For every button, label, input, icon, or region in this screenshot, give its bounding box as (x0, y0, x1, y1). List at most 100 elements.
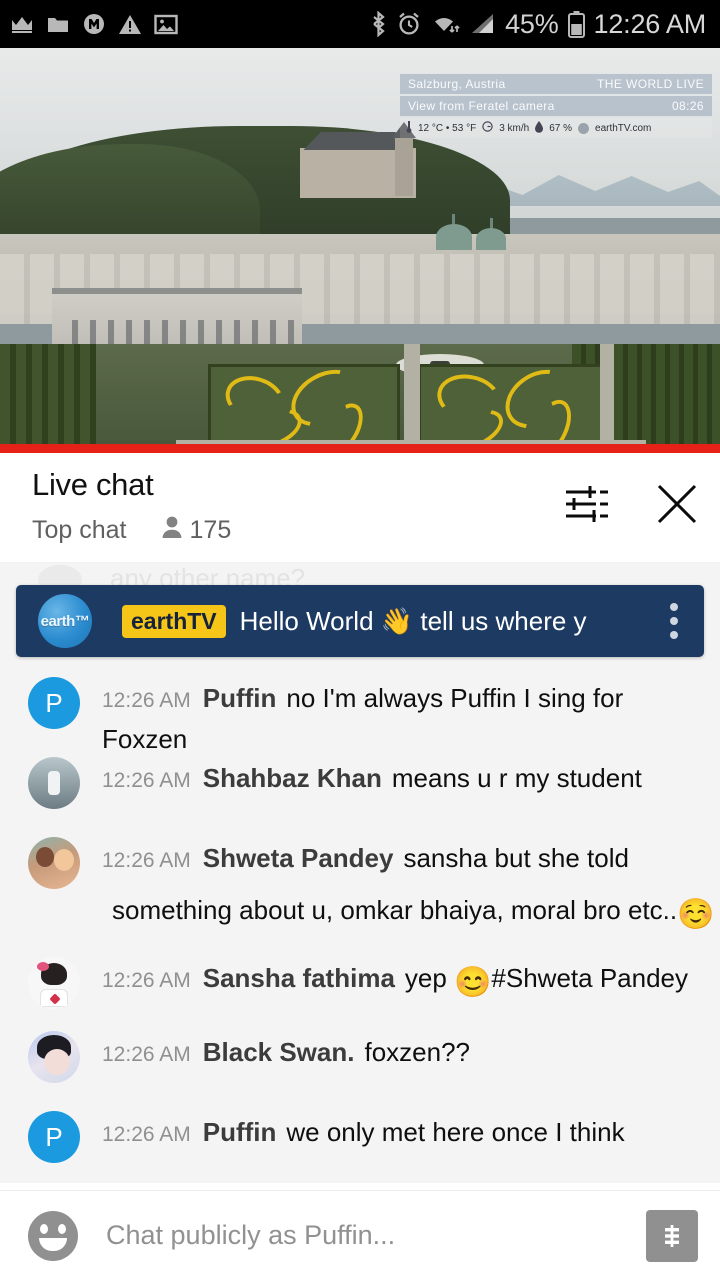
message-timestamp: 12:26 AM (102, 849, 191, 872)
battery-icon (567, 10, 585, 38)
alarm-icon (396, 11, 422, 37)
tune-icon[interactable] (564, 483, 610, 530)
message-text: sansha but she told (403, 843, 629, 873)
warning-triangle-icon (118, 14, 142, 35)
message-text: yep (404, 963, 447, 993)
avatar[interactable] (28, 837, 80, 889)
status-bar: 45% 12:26 AM (0, 0, 720, 48)
chat-message-body: 12:26 AM Shweta Pandey sansha but she told (102, 835, 702, 880)
status-bar-right-icons: 45% 12:26 AM (361, 9, 706, 40)
avatar[interactable]: P (28, 1111, 80, 1163)
avatar-initial: P (45, 687, 63, 718)
status-bar-clock: 12:26 AM (593, 8, 707, 39)
author-badge: earthTV (122, 604, 226, 638)
video-camera-line: View from Feratel camera (408, 99, 555, 113)
pinned-message-text: Hello World 👋 tell us where y (239, 605, 587, 636)
live-video-player[interactable]: Salzburg, Austria THE WORLD LIVE View fr… (0, 48, 720, 453)
message-timestamp: 12:26 AM (102, 769, 191, 792)
chat-message-row[interactable]: 12:26 AM Black Swan. foxzen?? (0, 1029, 486, 1083)
video-path-vertical-2 (600, 344, 614, 453)
video-lawn-right (418, 357, 610, 453)
video-dome-left (436, 214, 472, 250)
chat-input-bar (0, 1190, 720, 1280)
page-title: Live chat (32, 467, 154, 502)
message-author[interactable]: Shahbaz Khan (203, 763, 382, 793)
message-emoji: 😊 (454, 966, 492, 999)
message-emoji: ☺️ (677, 898, 715, 931)
message-timestamp: 12:26 AM (102, 1043, 191, 1066)
overflow-menu-icon[interactable] (658, 603, 690, 639)
video-overlay: Salzburg, Austria THE WORLD LIVE View fr… (400, 74, 712, 138)
chat-input[interactable] (106, 1220, 646, 1251)
video-overlay-camera-row: View from Feratel camera 08:26 (400, 96, 712, 116)
folder-icon (46, 14, 70, 34)
video-progress-bar[interactable] (0, 444, 720, 453)
chat-header-titles: Live chat Top chat 175 (32, 467, 231, 546)
phone-screen: 45% 12:26 AM Salzburg, Austria THE WORLD… (0, 0, 720, 1280)
super-chat-icon[interactable] (646, 1209, 698, 1262)
crown-icon (10, 14, 34, 34)
message-author[interactable]: Sansha fathima (203, 963, 395, 993)
avatar[interactable]: P (28, 677, 80, 729)
earthtv-avatar-label: earth™ (40, 612, 90, 630)
video-temperature: 12 °C • 53 °F (418, 122, 477, 134)
chat-message-text-continuation: something about u, omkar bhaiya, moral b… (112, 891, 714, 934)
close-icon[interactable] (654, 481, 700, 532)
message-author[interactable]: Shweta Pandey (203, 843, 394, 873)
live-chat-header: Live chat Top chat 175 (0, 453, 720, 563)
avatar[interactable] (28, 1031, 80, 1083)
message-author[interactable]: Black Swan. (203, 1037, 355, 1067)
message-timestamp: 12:26 AM (102, 969, 191, 992)
chat-header-actions (520, 481, 700, 532)
message-text: we only met here once I think (286, 1117, 625, 1147)
chat-message-body: 12:26 AM Sansha fathima yep 😊#Shweta Pande… (102, 955, 688, 1002)
image-icon (154, 14, 178, 35)
video-brand-line: THE WORLD LIVE (597, 77, 704, 91)
video-site: earthTV.com (595, 122, 652, 134)
avatar: earth™ (38, 594, 92, 648)
m-circle-icon (82, 12, 106, 36)
video-overlay-location-row: Salzburg, Austria THE WORLD LIVE (400, 74, 712, 94)
avatar-initial: P (45, 1121, 63, 1152)
chat-mode-label[interactable]: Top chat (32, 516, 127, 545)
message-timestamp: 12:26 AM (102, 689, 191, 712)
chat-message-row[interactable]: P 12:26 AM Puffin no I'm always Puffin I s… (0, 675, 720, 758)
thermometer-icon (406, 120, 412, 136)
wifi-icon (431, 12, 461, 36)
earthtv-logo-dot (578, 122, 590, 134)
video-overlay-weather-row: 12 °C • 53 °F 3 km/h 67 % earthTV.com (400, 118, 712, 138)
chat-header-subtitle: Top chat 175 (32, 515, 231, 546)
video-humidity: 67 % (549, 122, 573, 134)
message-text-line2: something about u, omkar bhaiya, moral b… (112, 895, 678, 925)
message-author[interactable]: Puffin (203, 683, 277, 713)
chat-message-body: 12:26 AM Puffin we only met here once I th… (102, 1109, 625, 1154)
wind-icon (482, 121, 493, 135)
emoji-smiley-icon[interactable] (28, 1210, 78, 1261)
avatar[interactable] (28, 757, 80, 809)
bluetooth-icon (370, 11, 387, 37)
chat-message-body: 12:26 AM Shahbaz Khan means u r my student (102, 755, 642, 800)
video-steeple (395, 136, 413, 196)
chat-message-list[interactable]: any other name? earth™ earthTV Hello Wor… (0, 563, 720, 1183)
pinned-message[interactable]: earth™ earthTV Hello World 👋 tell us whe… (16, 585, 704, 657)
video-path-vertical (404, 344, 420, 453)
chat-message-body: 12:26 AM Puffin no I'm always Puffin I sin… (102, 675, 704, 758)
chat-message-body: 12:26 AM Black Swan. foxzen?? (102, 1029, 470, 1074)
chat-message-row[interactable]: 12:26 AM Shahbaz Khan means u r my student (0, 755, 658, 809)
message-mention: #Shweta Pandey (491, 963, 689, 993)
message-text: foxzen?? (364, 1037, 470, 1067)
message-text: means u r my student (391, 763, 642, 793)
video-wind: 3 km/h (499, 122, 530, 134)
status-bar-left-icons (10, 12, 190, 36)
video-location: Salzburg, Austria (408, 77, 506, 91)
avatar[interactable] (28, 957, 80, 1009)
chat-message-row[interactable]: 12:26 AM Sansha fathima yep 😊#Shweta Pande… (0, 955, 704, 1009)
battery-percent: 45% (505, 8, 559, 39)
message-author[interactable]: Puffin (203, 1117, 277, 1147)
signal-icon (470, 13, 496, 35)
chat-message-row[interactable]: 12:26 AM Shweta Pandey sansha but she told (0, 835, 718, 889)
message-timestamp: 12:26 AM (102, 1123, 191, 1146)
viewer-count: 175 (189, 516, 232, 544)
chat-message-row[interactable]: P 12:26 AM Puffin we only met here once I … (0, 1109, 641, 1163)
video-dome-right (476, 218, 506, 250)
